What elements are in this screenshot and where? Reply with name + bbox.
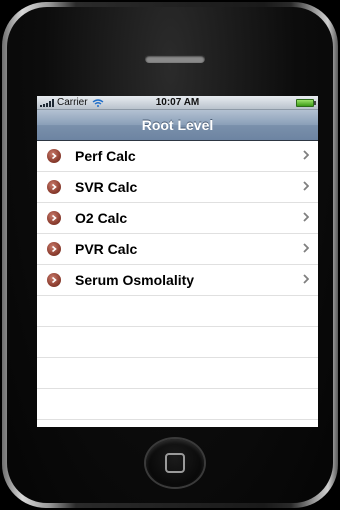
list-item-label: Perf Calc bbox=[75, 148, 136, 164]
list-item-label: SVR Calc bbox=[75, 179, 138, 195]
navigation-bar: Root Level bbox=[37, 110, 318, 141]
chevron-right-icon bbox=[303, 181, 309, 191]
list-item-label: Serum Osmolality bbox=[75, 272, 195, 288]
screen: Carrier 10:07 AM Root Level Perf Calc SV… bbox=[37, 96, 318, 427]
list-item-label: PVR Calc bbox=[75, 241, 138, 257]
list-item-serum-osmolality[interactable]: Serum Osmolality bbox=[37, 265, 318, 296]
phone-body: Carrier 10:07 AM Root Level Perf Calc SV… bbox=[2, 2, 338, 508]
battery-icon bbox=[296, 99, 316, 107]
list-item-svr-calc[interactable]: SVR Calc bbox=[37, 172, 318, 203]
calculator-list: Perf Calc SVR Calc O2 Calc PVR Calc Seru… bbox=[37, 141, 318, 420]
chevron-right-icon bbox=[303, 212, 309, 222]
list-item-pvr-calc[interactable]: PVR Calc bbox=[37, 234, 318, 265]
disclosure-circle-icon bbox=[47, 273, 61, 287]
empty-row bbox=[37, 296, 318, 327]
status-time: 10:07 AM bbox=[155, 97, 200, 108]
empty-row bbox=[37, 389, 318, 420]
list-item-label: O2 Calc bbox=[75, 210, 128, 226]
speaker-grille bbox=[145, 55, 205, 63]
chevron-right-icon bbox=[303, 150, 309, 160]
page-title: Root Level bbox=[141, 117, 214, 133]
list-item-o2-calc[interactable]: O2 Calc bbox=[37, 203, 318, 234]
list-item-perf-calc[interactable]: Perf Calc bbox=[37, 141, 318, 172]
chevron-right-icon bbox=[303, 274, 309, 284]
disclosure-circle-icon bbox=[47, 180, 61, 194]
status-bar: Carrier 10:07 AM bbox=[37, 96, 318, 110]
disclosure-circle-icon bbox=[47, 149, 61, 163]
empty-row bbox=[37, 358, 318, 389]
home-square-icon bbox=[165, 453, 185, 473]
empty-row bbox=[37, 327, 318, 358]
chevron-right-icon bbox=[303, 243, 309, 253]
home-button[interactable] bbox=[146, 439, 204, 487]
disclosure-circle-icon bbox=[47, 211, 61, 225]
phone-face: Carrier 10:07 AM Root Level Perf Calc SV… bbox=[7, 7, 333, 503]
disclosure-circle-icon bbox=[47, 242, 61, 256]
